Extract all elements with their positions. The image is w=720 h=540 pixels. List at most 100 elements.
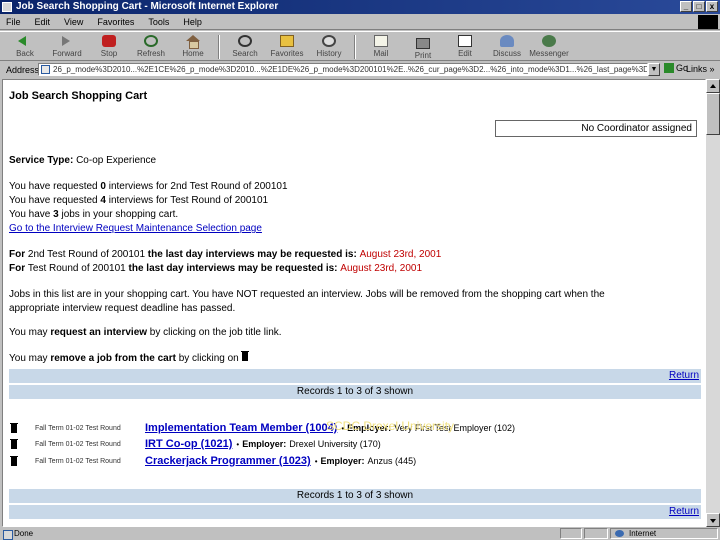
job-title-link[interactable]: Implementation Team Member (1004) <box>145 422 337 434</box>
mail-icon <box>374 35 388 47</box>
job-row: Fall Term 01-02 Test Round Crackerjack P… <box>10 454 417 468</box>
address-url: 26_p_mode%3D2010...%2E1CE%26_p_mode%3D20… <box>53 65 648 74</box>
title-bar: Job Search Shopping Cart - Microsoft Int… <box>0 0 720 14</box>
return-link-bottom[interactable]: Return <box>669 505 699 519</box>
interview-maintenance-link[interactable]: Go to the Interview Request Maintenance … <box>9 223 262 234</box>
cart-note-line-2: appropriate interview request deadline h… <box>9 303 236 314</box>
remove-job-trash-icon[interactable] <box>10 438 18 449</box>
deadline-line-1: For 2nd Test Round of 200101 the last da… <box>9 249 442 260</box>
windows-logo-icon <box>698 15 718 29</box>
history-button[interactable]: History <box>308 32 350 60</box>
window-title: Job Search Shopping Cart - Microsoft Int… <box>16 1 279 12</box>
page-icon <box>41 65 50 74</box>
deadline-line-2: For Test Round of 200101 the last day in… <box>9 263 423 274</box>
ie-app-icon[interactable] <box>2 2 12 12</box>
job-term: Fall Term 01-02 Test Round <box>35 424 121 432</box>
cart-count-line: You have 3 jobs in your shopping cart. <box>9 209 179 220</box>
status-bar: Done Internet <box>0 527 720 540</box>
minimize-button[interactable]: _ <box>680 1 692 12</box>
home-icon <box>186 35 200 49</box>
job-term: Fall Term 01-02 Test Round <box>35 440 121 448</box>
scroll-down-button[interactable] <box>706 513 720 527</box>
watermark-text: SCDC Drexel University <box>326 419 455 433</box>
close-button[interactable]: x <box>706 1 718 12</box>
search-icon <box>238 35 252 47</box>
stop-button[interactable]: Stop <box>88 32 130 60</box>
address-dropdown-button[interactable]: ▼ <box>648 63 660 76</box>
discuss-icon <box>500 35 514 47</box>
maximize-button[interactable]: □ <box>693 1 705 12</box>
remove-job-trash-icon[interactable] <box>10 455 18 466</box>
menu-help[interactable]: Help <box>183 17 202 27</box>
status-cell <box>560 528 582 539</box>
records-bar-bottom: Records 1 to 3 of 3 shown <box>9 489 701 503</box>
address-input[interactable]: 26_p_mode%3D2010...%2E1CE%26_p_mode%3D20… <box>38 63 648 76</box>
toolbar: Back Forward Stop Refresh Home Search Fa… <box>0 31 720 61</box>
search-button[interactable]: Search <box>224 32 266 60</box>
remove-instruction: You may remove a job from the cart by cl… <box>9 351 249 366</box>
employer-name: Anzus (445) <box>367 456 417 466</box>
menu-favorites[interactable]: Favorites <box>97 17 134 27</box>
service-type-line: Service Type: Co-op Experience <box>9 155 157 166</box>
mail-button[interactable]: Mail <box>360 32 402 60</box>
menu-bar: File Edit View Favorites Tools Help <box>0 14 720 30</box>
history-icon <box>322 35 336 47</box>
edit-button[interactable]: Edit <box>444 32 486 60</box>
toolbar-separator <box>354 35 356 59</box>
request-instruction: You may request an interview by clicking… <box>9 327 282 338</box>
job-title-link[interactable]: Crackerjack Programmer (1023) <box>145 455 311 467</box>
links-button[interactable]: Links » <box>686 64 715 74</box>
print-button[interactable]: Print <box>402 32 444 60</box>
security-zone: Internet <box>610 528 718 539</box>
job-row: Fall Term 01-02 Test Round IRT Co-op (10… <box>10 437 381 451</box>
vertical-scrollbar[interactable] <box>706 79 720 527</box>
scroll-thumb[interactable] <box>706 93 720 135</box>
favorites-button[interactable]: Favorites <box>266 32 308 60</box>
home-button[interactable]: Home <box>172 32 214 60</box>
interview-count-line-1: You have requested 0 interviews for 2nd … <box>9 181 288 192</box>
interview-count-line-2: You have requested 4 interviews for Test… <box>9 195 269 206</box>
coordinator-box: No Coordinator assigned <box>495 120 697 137</box>
cart-note-line-1: Jobs in this list are in your shopping c… <box>9 289 605 300</box>
employer-label: Employer: <box>242 439 287 449</box>
refresh-icon <box>144 35 158 47</box>
forward-button[interactable]: Forward <box>46 32 88 60</box>
stop-icon <box>102 35 116 47</box>
return-bar-bottom: Return <box>9 505 701 519</box>
address-bar: Address 26_p_mode%3D2010...%2E1CE%26_p_m… <box>0 62 720 77</box>
back-arrow-icon <box>18 35 32 47</box>
status-text: Done <box>0 529 33 540</box>
status-cell <box>584 528 608 539</box>
return-bar-top: Return <box>9 369 701 383</box>
go-button[interactable]: Go <box>664 63 688 73</box>
remove-job-trash-icon[interactable] <box>10 422 18 433</box>
edit-icon <box>458 35 472 47</box>
records-bar-top: Records 1 to 3 of 3 shown <box>9 385 701 399</box>
menu-edit[interactable]: Edit <box>35 17 51 27</box>
interview-maintenance-link-line: Go to the Interview Request Maintenance … <box>9 222 262 236</box>
job-title-link[interactable]: IRT Co-op (1021) <box>145 438 232 450</box>
discuss-button[interactable]: Discuss <box>486 32 528 60</box>
menu-file[interactable]: File <box>6 17 21 27</box>
up-arrow-icon <box>710 84 716 88</box>
employer-label: Employer: <box>320 456 365 466</box>
return-link-top[interactable]: Return <box>669 369 699 383</box>
trash-icon <box>240 351 249 361</box>
forward-arrow-icon <box>60 35 74 47</box>
favorites-icon <box>280 35 294 47</box>
menu-view[interactable]: View <box>64 17 83 27</box>
messenger-button[interactable]: Messenger <box>528 32 570 60</box>
print-icon <box>416 38 430 49</box>
back-button[interactable]: Back <box>4 32 46 60</box>
toolbar-separator <box>218 35 220 59</box>
refresh-button[interactable]: Refresh <box>130 32 172 60</box>
employer-name: Drexel University (170) <box>289 439 381 449</box>
bullet: • <box>314 456 318 466</box>
scroll-up-button[interactable] <box>706 79 720 93</box>
go-arrow-icon <box>664 63 674 73</box>
deadline-date-1: August 23rd, 2001 <box>359 249 442 260</box>
down-arrow-icon <box>710 519 716 523</box>
page-title: Job Search Shopping Cart <box>9 90 148 102</box>
messenger-icon <box>542 35 556 47</box>
menu-tools[interactable]: Tools <box>148 17 169 27</box>
